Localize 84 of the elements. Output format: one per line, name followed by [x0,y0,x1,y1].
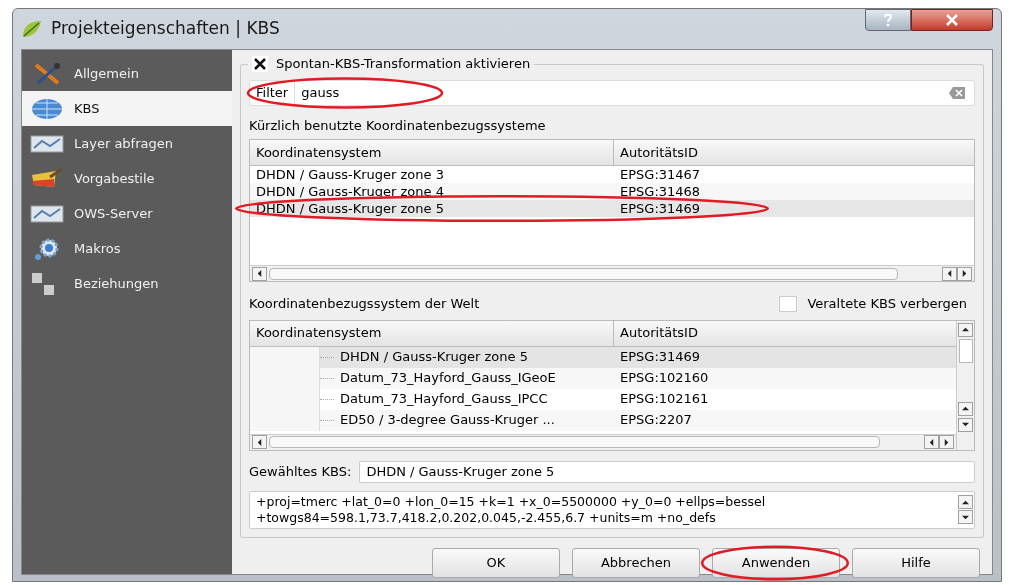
proj-string-box[interactable]: +proj=tmerc +lat_0=0 +lon_0=15 +k=1 +x_0=5500000 +y_0=0 +ellps=bessel +towgs84=598.1,73.7,418.2,0.202,0.045,-2.455,6.7 +units=m +no_defs [249,490,975,529]
arrow-icon [962,326,969,333]
table-row[interactable]: DHDN / Gauss-Kruger zone 5 EPSG:31469 [250,346,956,368]
sidebar-label: Layer abfragen [74,134,173,153]
checkbox-label: Veraltete KBS verbergen [807,295,967,313]
question-mark-icon [882,13,894,27]
scroll-arrow-button[interactable] [252,435,267,449]
proj-string-line: +towgs84=598.1,73.7,418.2,0.202,0.045,-2.455,6.7 +units=m +no_defs [256,509,717,526]
dialog-button[interactable]: OK [432,547,560,578]
filter-field[interactable]: Filter gauss [249,79,975,106]
table-cell-text: Datum_73_Hayford_Gauss_IPCC [339,390,549,409]
arrow-icon [962,421,969,428]
section-title: Koordinatenbezugssystem der Welt [249,295,480,313]
sidebar-item[interactable]: Beziehungen [22,266,232,301]
scroll-arrow-button[interactable] [957,266,972,281]
table-cell-text: EPSG:102161 [619,390,710,409]
sidebar-item[interactable]: OWS-Server [22,196,232,231]
arrow-icon [256,438,263,446]
table-cell-text: EPSG:31467 [619,168,702,181]
scroll-arrow-button[interactable] [957,495,973,509]
globe-icon [30,96,64,121]
scroll-arrow-button[interactable] [924,435,939,449]
sidebar-label: Beziehungen [74,274,159,293]
table-cell-text: EPSG:31469 [619,202,702,215]
horizontal-scrollbar-thumb[interactable] [269,267,898,280]
scroll-arrow-button[interactable] [939,435,954,449]
checkbox[interactable] [779,295,798,312]
help-button[interactable] [865,9,911,31]
table-row[interactable]: ED50 / 3-degree Gauss-Kruger ... EPSG:2207 [250,409,956,431]
table-row[interactable]: DHDN / Gauss-Kruger zone 3 EPSG:31467 [250,166,974,183]
table-cell-text: EPSG:102160 [619,369,710,388]
close-button[interactable] [911,9,993,31]
scroll-arrow-button[interactable] [958,401,973,416]
column-header[interactable]: AutoritätsID [614,140,974,165]
vertical-scrollbar-thumb[interactable] [958,338,973,363]
window-title: Projekteigenschaften | KBS [51,17,280,41]
field-label: Gewähltes KBS: [249,462,352,481]
sidebar-label: Makros [74,239,121,258]
table-cell-text: EPSG:31468 [619,185,702,198]
sidebar-label: KBS [74,99,100,118]
scroll-arrow-button[interactable] [252,266,267,281]
column-header[interactable]: Koordinatensystem [250,320,614,346]
column-header[interactable]: AutoritätsID [614,320,956,346]
table-cell-text: EPSG:2207 [619,411,693,430]
leaf-logo-icon [21,19,43,39]
table-row[interactable]: DHDN / Gauss-Kruger zone 5 EPSG:31469 [250,200,974,217]
checkbox-label: Spontan-KBS-Transformation aktivieren [276,55,531,73]
sidebar-label: Allgemein [74,64,139,83]
proj-string-line: +proj=tmerc +lat_0=0 +lon_0=15 +k=1 +x_0=5500000 +y_0=0 +ellps=bessel [256,493,767,510]
dialog-button[interactable]: Abbrechen [572,547,700,578]
selected-crs-field[interactable]: DHDN / Gauss-Kruger zone 5 [359,460,975,483]
dialog-button[interactable]: Hilfe [852,547,980,578]
table-cell-text: ED50 / 3-degree Gauss-Kruger ... [339,411,556,430]
table-cell-text: EPSG:31469 [619,348,702,367]
sidebar-item[interactable]: Makros [22,231,232,266]
sidebar-item[interactable]: Allgemein [22,56,232,91]
scroll-arrow-button[interactable] [958,322,973,337]
scroll-arrow-button[interactable] [958,417,973,432]
column-header[interactable]: Koordinatensystem [250,140,614,165]
close-icon [945,14,959,26]
scroll-arrow-button[interactable] [957,510,973,524]
arrow-icon [961,270,968,277]
sidebar-label: Vorgabestile [74,169,155,188]
section-title: Kürzlich benutzte Koordinatenbezugssysteme [249,116,547,135]
table-row[interactable]: Datum_73_Hayford_Gauss_IGeoE EPSG:102160 [250,367,956,389]
sidebar-label: OWS-Server [74,204,153,223]
table-cell-text: DHDN / Gauss-Kruger zone 3 [255,168,445,181]
table-row[interactable]: Datum_73_Hayford_Gauss_IPCC EPSG:102161 [250,388,956,410]
arrow-icon [946,270,953,277]
sidebar-item[interactable]: Layer abfragen [22,126,232,161]
checkbox[interactable] [252,55,268,72]
table-cell-text: DHDN / Gauss-Kruger zone 5 [255,202,445,215]
clear-icon[interactable] [948,85,966,100]
filter-value: gauss [300,83,341,102]
table-cell-text: DHDN / Gauss-Kruger zone 5 [339,348,529,367]
sidebar-item[interactable]: KBS [22,91,232,126]
table-cell-text: Datum_73_Hayford_Gauss_IGeoE [339,369,557,388]
scroll-arrow-button[interactable] [942,266,957,281]
cross-mark-icon [254,57,266,70]
arrow-icon [256,270,263,277]
arrow-icon [962,405,969,412]
sidebar-item[interactable]: Vorgabestile [22,161,232,196]
horizontal-scrollbar-thumb[interactable] [269,436,880,448]
filter-label: Filter [250,80,296,105]
